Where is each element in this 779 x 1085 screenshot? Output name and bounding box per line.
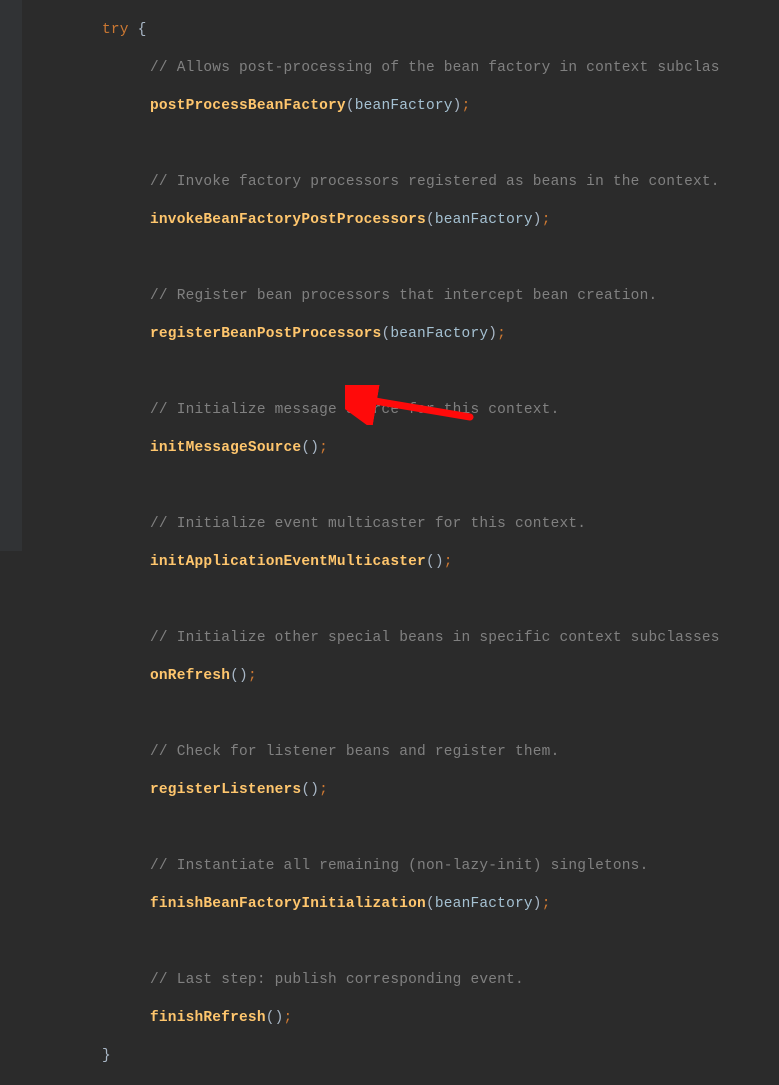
code-line: // Initialize event multicaster for this… bbox=[22, 515, 779, 534]
code-line: initApplicationEventMulticaster(); bbox=[22, 553, 779, 572]
comment: // Initialize event multicaster for this… bbox=[150, 516, 586, 532]
code-line: // Check for listener beans and register… bbox=[22, 743, 779, 762]
code-line: } bbox=[22, 1047, 779, 1066]
keyword-try: try bbox=[102, 22, 129, 38]
comment: // Last step: publish corresponding even… bbox=[150, 972, 524, 988]
comment: // Register bean processors that interce… bbox=[150, 288, 657, 304]
identifier: beanFactory bbox=[390, 326, 488, 342]
comment: // Check for listener beans and register… bbox=[150, 744, 559, 760]
fn-call: initMessageSource bbox=[150, 440, 301, 456]
code-line: onRefresh(); bbox=[22, 667, 779, 686]
comment: // Initialize message source for this co… bbox=[150, 402, 559, 418]
fn-call: postProcessBeanFactory bbox=[150, 98, 346, 114]
code-line: finishRefresh(); bbox=[22, 1009, 779, 1028]
code-line: // Allows post-processing of the bean fa… bbox=[22, 59, 779, 78]
code-line: registerBeanPostProcessors(beanFactory); bbox=[22, 325, 779, 344]
code-line: // Initialize other special beans in spe… bbox=[22, 629, 779, 648]
identifier: beanFactory bbox=[435, 896, 533, 912]
fn-call: registerListeners bbox=[150, 782, 301, 798]
code-line: // Register bean processors that interce… bbox=[22, 287, 779, 306]
code-line: initMessageSource(); bbox=[22, 439, 779, 458]
code-line: invokeBeanFactoryPostProcessors(beanFact… bbox=[22, 211, 779, 230]
code-line: registerListeners(); bbox=[22, 781, 779, 800]
code-editor-viewport[interactable]: try { // Allows post-processing of the b… bbox=[22, 0, 779, 1085]
comment: // Allows post-processing of the bean fa… bbox=[150, 60, 720, 76]
code-line: finishBeanFactoryInitialization(beanFact… bbox=[22, 895, 779, 914]
fn-call: finishBeanFactoryInitialization bbox=[150, 896, 426, 912]
comment: // Initialize other special beans in spe… bbox=[150, 630, 720, 646]
editor-gutter bbox=[0, 0, 22, 551]
code-line: // Initialize message source for this co… bbox=[22, 401, 779, 420]
fn-call: onRefresh bbox=[150, 668, 230, 684]
code-line: // Last step: publish corresponding even… bbox=[22, 971, 779, 990]
code-line: // Instantiate all remaining (non-lazy-i… bbox=[22, 857, 779, 876]
fn-call: invokeBeanFactoryPostProcessors bbox=[150, 212, 426, 228]
identifier: beanFactory bbox=[355, 98, 453, 114]
close-brace: } bbox=[102, 1048, 111, 1064]
fn-call: initApplicationEventMulticaster bbox=[150, 554, 426, 570]
fn-call: finishRefresh bbox=[150, 1010, 266, 1026]
code-line: postProcessBeanFactory(beanFactory); bbox=[22, 97, 779, 116]
fn-call: registerBeanPostProcessors bbox=[150, 326, 381, 342]
code-line: // Invoke factory processors registered … bbox=[22, 173, 779, 192]
code-line: try { bbox=[22, 21, 779, 40]
comment: // Instantiate all remaining (non-lazy-i… bbox=[150, 858, 648, 874]
identifier: beanFactory bbox=[435, 212, 533, 228]
comment: // Invoke factory processors registered … bbox=[150, 174, 720, 190]
open-brace: { bbox=[129, 22, 147, 38]
